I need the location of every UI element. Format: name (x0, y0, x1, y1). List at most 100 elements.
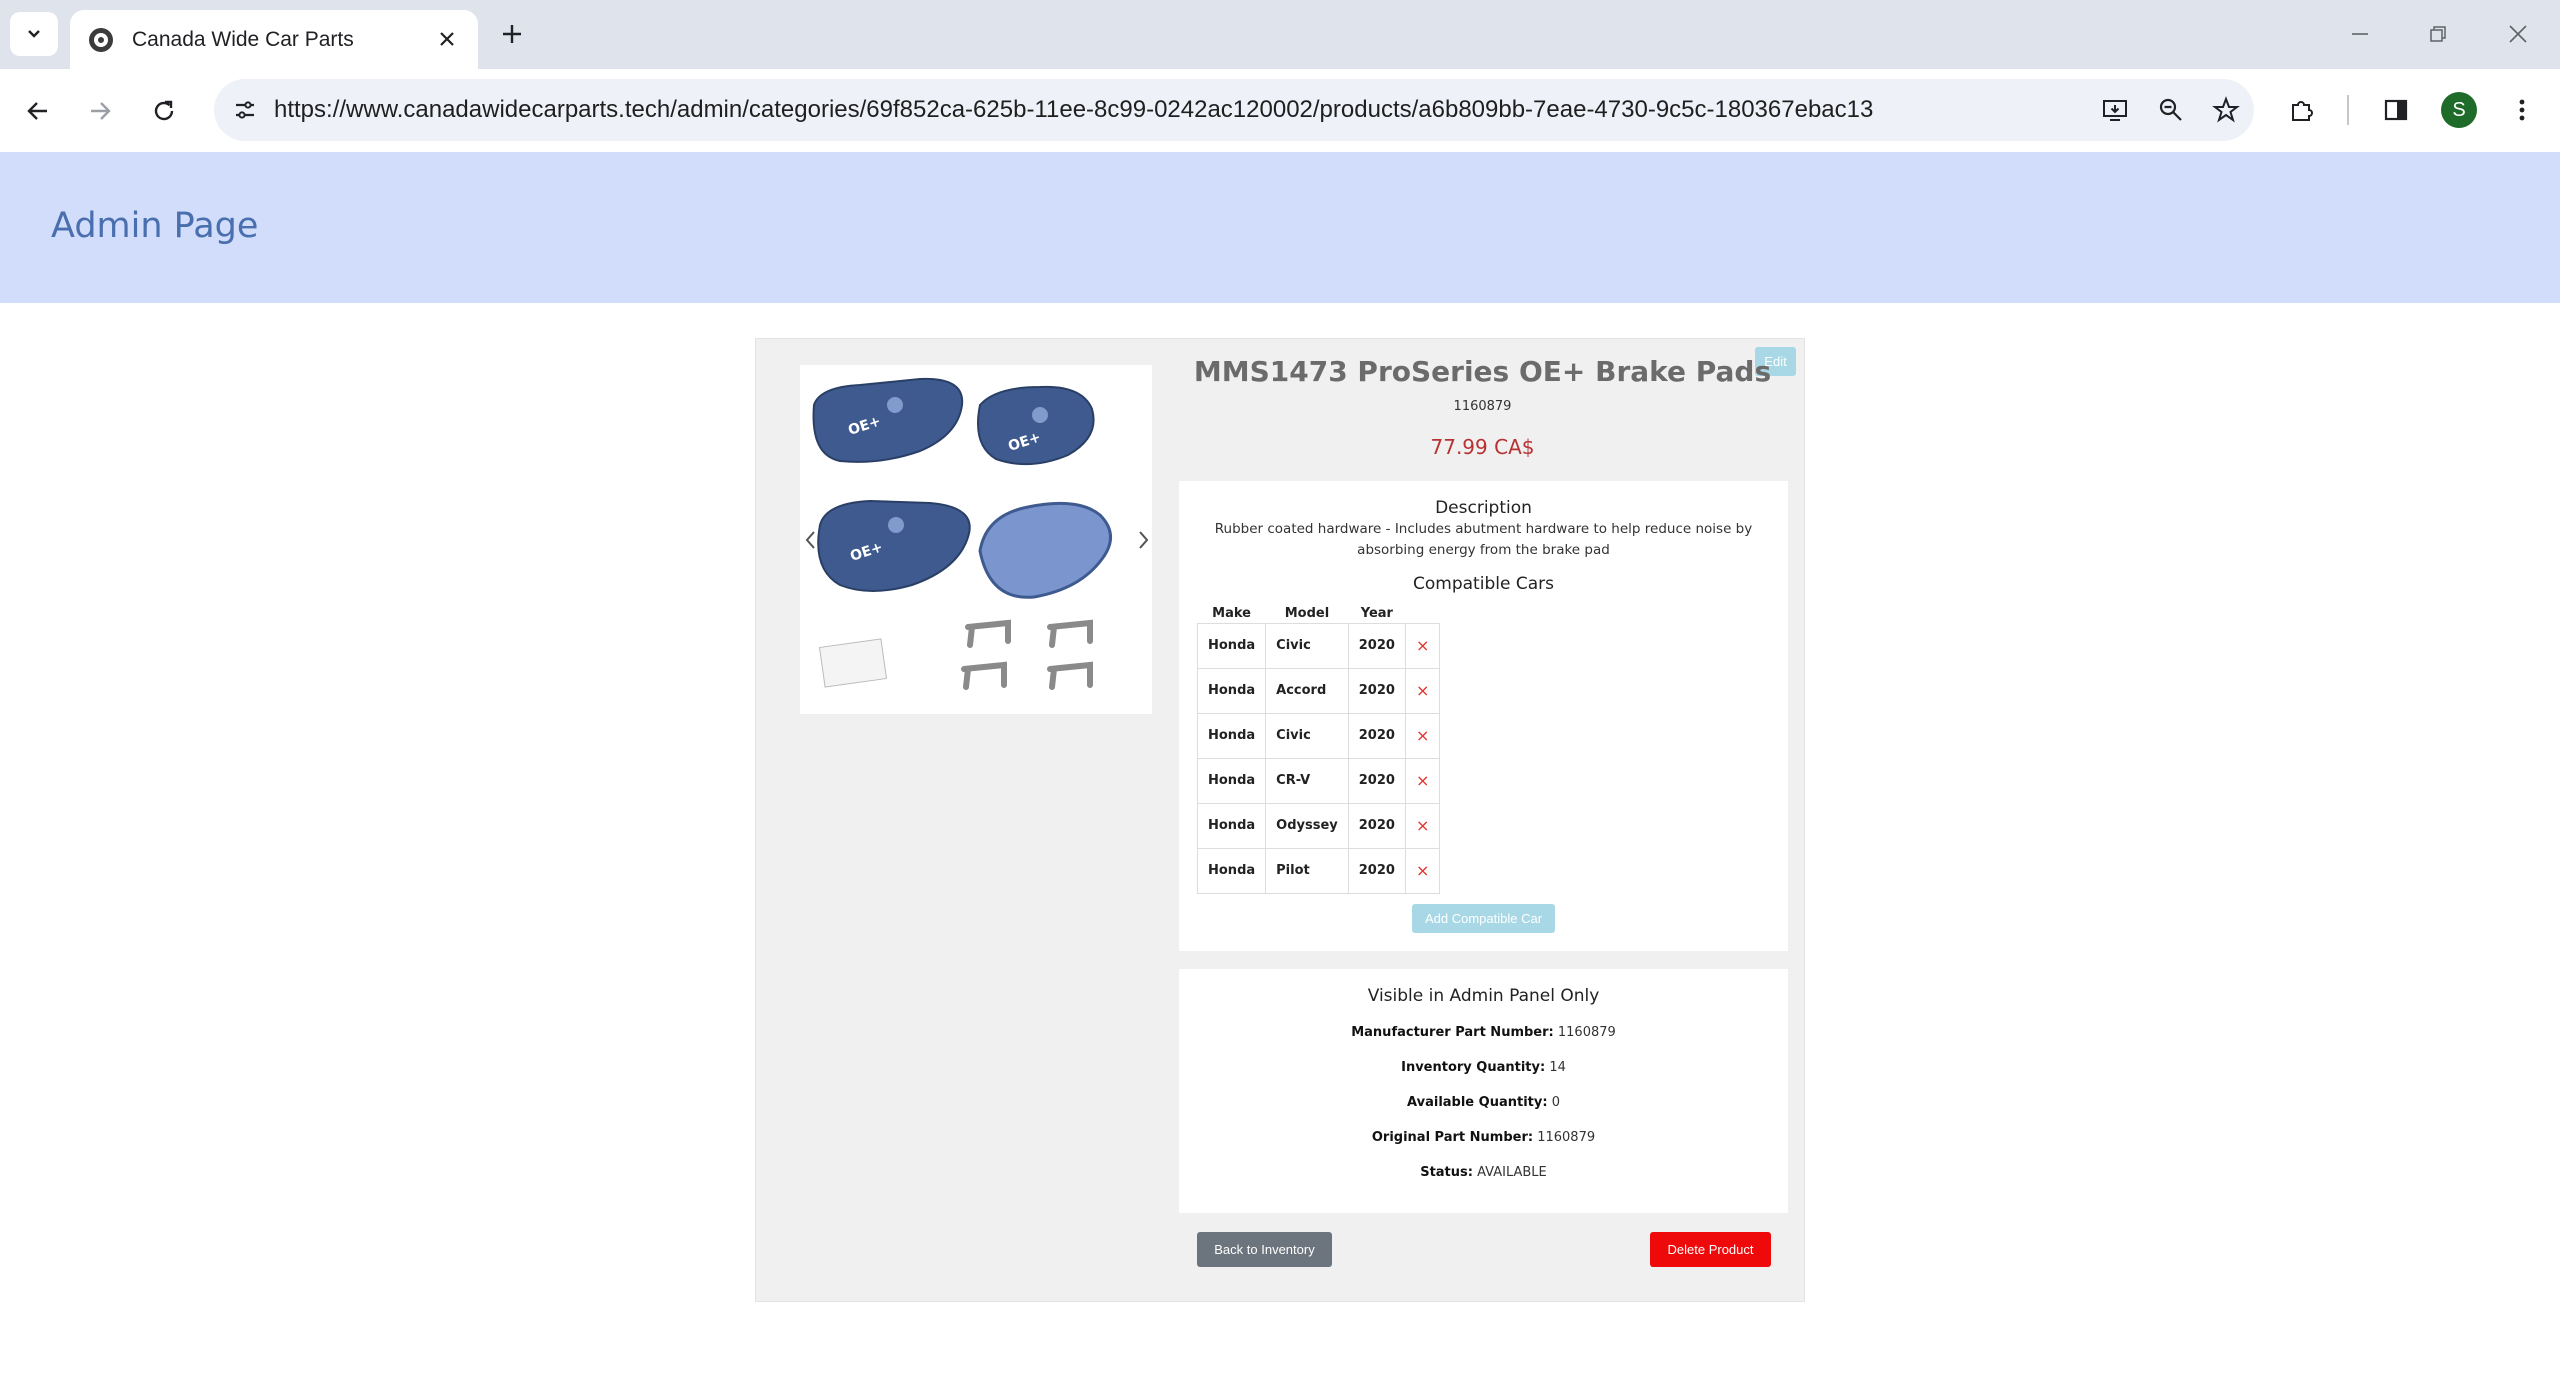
carousel-next-button[interactable] (1134, 525, 1154, 555)
description-panel: Description Rubber coated hardware - Inc… (1179, 481, 1788, 951)
column-header-remove (1405, 593, 1439, 623)
car-model: CR-V (1265, 757, 1349, 804)
site-settings-icon[interactable] (226, 91, 264, 129)
product-image: OE+ OE+ OE+ (812, 377, 1112, 690)
car-year: 2020 (1347, 757, 1406, 804)
car-model: Pilot (1265, 847, 1349, 894)
zoom-icon[interactable] (2152, 91, 2190, 129)
remove-car-button[interactable]: × (1404, 712, 1441, 759)
profile-avatar[interactable]: S (2441, 92, 2477, 128)
admin-only-panel: Visible in Admin Panel Only Manufacturer… (1179, 969, 1788, 1213)
car-make: Honda (1196, 712, 1267, 759)
car-model: Accord (1265, 667, 1349, 714)
field-value: 1160879 (1537, 1130, 1596, 1145)
chevron-left-icon (805, 531, 815, 549)
new-tab-button[interactable] (494, 16, 530, 52)
close-icon (2509, 25, 2527, 43)
admin-header: Admin Page (0, 152, 2560, 303)
table-row: Honda Odyssey 2020 × (1196, 802, 1441, 849)
arrow-right-icon (91, 102, 111, 120)
field-label: Inventory Quantity: (1401, 1060, 1546, 1075)
product-image-carousel[interactable]: OE+ OE+ OE+ (800, 365, 1152, 714)
side-panel-icon[interactable] (2376, 90, 2416, 130)
field-label: Manufacturer Part Number: (1351, 1025, 1554, 1040)
table-row: Honda Accord 2020 × (1196, 667, 1441, 714)
table-row: Honda Pilot 2020 × (1196, 847, 1441, 894)
admin-field-available-quantity: Available Quantity: 0 (1179, 1095, 1788, 1110)
product-price: 77.99 CA$ (1430, 435, 1535, 459)
back-nav-button[interactable] (18, 91, 58, 131)
table-row: Honda Civic 2020 × (1196, 712, 1441, 759)
admin-field-original-part-number: Original Part Number: 1160879 (1179, 1130, 1788, 1145)
car-model: Odyssey (1265, 802, 1349, 849)
arrow-left-icon (27, 102, 47, 120)
close-icon (440, 32, 454, 46)
bookmark-star-icon[interactable] (2207, 91, 2245, 129)
minimize-button[interactable] (2340, 14, 2380, 54)
field-value: 14 (1549, 1060, 1566, 1075)
chevron-right-icon (1139, 531, 1149, 549)
plus-icon (503, 25, 521, 43)
car-model: Civic (1265, 622, 1349, 669)
compatible-cars-table: Make Model Year Honda Civic 2020 × Honda… (1196, 593, 1441, 894)
compatible-cars-heading: Compatible Cars (1413, 574, 1554, 594)
extensions-icon[interactable] (2282, 90, 2322, 130)
menu-kebab-icon[interactable] (2502, 90, 2542, 130)
car-make: Honda (1196, 757, 1267, 804)
field-value: 0 (1551, 1095, 1560, 1110)
field-label: Status: (1420, 1165, 1473, 1180)
product-sku: 1160879 (1453, 399, 1512, 414)
car-make: Honda (1196, 802, 1267, 849)
car-make: Honda (1196, 667, 1267, 714)
admin-field-inventory-quantity: Inventory Quantity: 14 (1179, 1060, 1788, 1075)
description-heading: Description (1435, 498, 1532, 518)
car-year: 2020 (1347, 802, 1406, 849)
table-row: Honda Civic 2020 × (1196, 622, 1441, 669)
car-year: 2020 (1347, 712, 1406, 759)
carousel-prev-button[interactable] (800, 525, 820, 555)
minimize-icon (2352, 33, 2368, 35)
admin-field-status: Status: AVAILABLE (1179, 1165, 1788, 1180)
tab-search-button[interactable] (10, 12, 58, 56)
browser-tab[interactable]: Canada Wide Car Parts (70, 10, 478, 69)
field-label: Original Part Number: (1371, 1130, 1534, 1145)
field-value: AVAILABLE (1477, 1165, 1547, 1180)
car-year: 2020 (1347, 667, 1406, 714)
column-header-make: Make (1212, 606, 1251, 622)
add-compatible-car-button[interactable]: Add Compatible Car (1412, 904, 1555, 933)
tab-title: Canada Wide Car Parts (132, 27, 354, 51)
install-app-icon[interactable] (2096, 91, 2134, 129)
field-value: 1160879 (1557, 1025, 1616, 1040)
remove-car-button[interactable]: × (1404, 757, 1441, 804)
page-title: Admin Page (51, 206, 259, 246)
admin-field-manufacturer-part-number: Manufacturer Part Number: 1160879 (1179, 1025, 1788, 1040)
field-label: Available Quantity: (1407, 1095, 1548, 1110)
remove-car-button[interactable]: × (1404, 802, 1441, 849)
restore-button[interactable] (2418, 14, 2458, 54)
car-make: Honda (1196, 622, 1267, 669)
product-title: MMS1473 ProSeries OE+ Brake Pads (1193, 355, 1772, 388)
restore-icon (2430, 26, 2446, 42)
table-row: Honda CR-V 2020 × (1196, 757, 1441, 804)
browser-toolbar: https://www.canadawidecarparts.tech/admi… (0, 69, 2560, 152)
forward-nav-button[interactable] (80, 91, 120, 131)
car-model: Civic (1265, 712, 1349, 759)
close-tab-button[interactable] (432, 24, 462, 54)
remove-car-button[interactable]: × (1404, 622, 1441, 669)
tab-strip: Canada Wide Car Parts (0, 0, 2560, 69)
reload-button[interactable] (144, 91, 184, 131)
remove-car-button[interactable]: × (1404, 667, 1441, 714)
close-window-button[interactable] (2498, 14, 2538, 54)
tire-icon (86, 25, 116, 55)
admin-panel-heading: Visible in Admin Panel Only (1367, 986, 1600, 1006)
chevron-down-icon (28, 30, 40, 38)
address-bar[interactable]: https://www.canadawidecarparts.tech/admi… (214, 79, 2254, 141)
toolbar-divider (2347, 95, 2349, 125)
description-text: Rubber coated hardware - Includes abutme… (1214, 521, 1753, 558)
remove-car-button[interactable]: × (1404, 847, 1441, 894)
reload-icon (154, 100, 174, 121)
back-to-inventory-button[interactable]: Back to Inventory (1197, 1232, 1332, 1267)
car-make: Honda (1196, 847, 1267, 894)
delete-product-button[interactable]: Delete Product (1650, 1232, 1771, 1267)
column-header-year: Year (1360, 606, 1393, 622)
